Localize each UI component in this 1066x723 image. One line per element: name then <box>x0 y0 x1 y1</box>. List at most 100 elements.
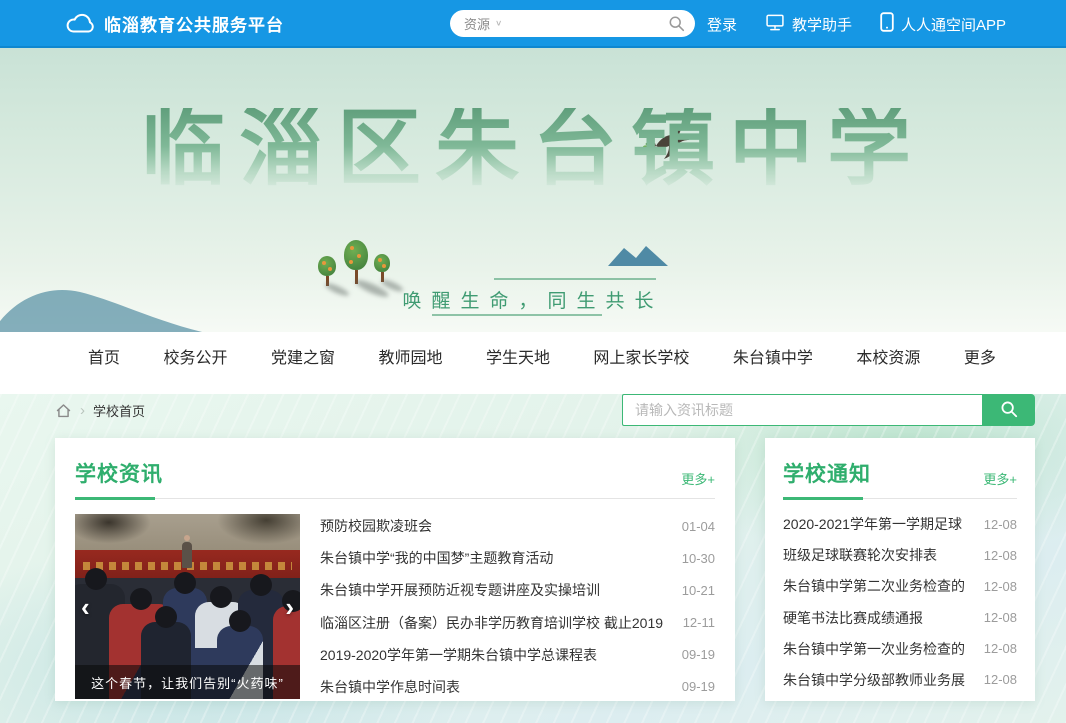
news-item-date: 09-19 <box>682 679 715 694</box>
notice-item-date: 12-08 <box>984 548 1017 563</box>
global-search-input[interactable] <box>510 16 668 31</box>
notice-list-item[interactable]: 硬笔书法比赛成绩通报 12-08 <box>783 608 1017 628</box>
school-notices-list: 2020-2021学年第一学期足球12-08 班级足球联赛轮次安排表12-08 … <box>783 500 1017 690</box>
search-scope-label: 资源 <box>464 14 490 33</box>
notice-list-item[interactable]: 朱台镇中学第二次业务检查的 12-08 <box>783 576 1017 596</box>
news-item-date: 12-11 <box>683 615 715 630</box>
news-list-item[interactable]: 预防校园欺凌班会 01-04 <box>320 516 715 536</box>
nav-item-online-parent-school[interactable]: 网上家长学校 <box>593 344 689 368</box>
news-item-date: 09-19 <box>682 647 715 662</box>
carousel-prev-arrow-icon[interactable]: ‹ <box>81 594 90 620</box>
breadcrumb-row: › 学校首页 <box>0 394 1066 426</box>
school-motto: 唤醒生命，同生共长 <box>0 286 1066 313</box>
school-news-list: 预防校园欺凌班会 01-04 朱台镇中学“我的中国梦”主题教育活动 10-30 朱台… <box>320 514 715 699</box>
nav-item-more[interactable]: 更多 <box>964 344 996 368</box>
login-link[interactable]: 登录 <box>707 14 737 35</box>
main-navigation: 首页 校务公开 党建之窗 教师园地 学生天地 网上家长学校 朱台镇中学 本校资源… <box>0 332 1066 380</box>
notice-item-date: 12-08 <box>984 672 1017 687</box>
school-news-more-link[interactable]: 更多+ <box>681 469 715 488</box>
notice-item-title: 班级足球联赛轮次安排表 <box>783 545 937 565</box>
content-area: › 学校首页 学校资讯 更多+ <box>0 394 1066 723</box>
news-list-item[interactable]: 2019-2020学年第一学期朱台镇中学总课程表 09-19 <box>320 645 715 665</box>
search-icon[interactable] <box>668 15 685 32</box>
news-item-title: 预防校园欺凌班会 <box>320 516 432 536</box>
cloud-icon <box>66 12 94 34</box>
mountain-peak-icon <box>606 244 670 266</box>
school-name-title: 临淄区朱台镇中学 <box>0 108 1066 192</box>
notice-item-date: 12-08 <box>984 610 1017 625</box>
news-item-title: 朱台镇中学“我的中国梦”主题教育活动 <box>320 548 553 568</box>
notice-item-date: 12-08 <box>984 517 1017 532</box>
news-search-button[interactable] <box>982 394 1035 426</box>
notice-item-date: 12-08 <box>984 641 1017 656</box>
notice-list-item[interactable]: 2020-2021学年第一学期足球 12-08 <box>783 514 1017 534</box>
news-item-date: 01-04 <box>682 519 715 534</box>
school-notices-title: 学校通知 <box>783 458 871 488</box>
chevron-down-icon: ∨ <box>495 19 502 28</box>
topbar-links: 登录 教学助手 人人通空间APP <box>707 0 1006 48</box>
breadcrumb: › 学校首页 <box>55 401 145 420</box>
notice-item-title: 硬笔书法比赛成绩通报 <box>783 608 923 628</box>
news-item-title: 朱台镇中学作息时间表 <box>320 677 460 697</box>
nav-item-home[interactable]: 首页 <box>88 344 120 368</box>
photo-speaker-figure <box>182 542 192 568</box>
news-item-title: 临淄区注册（备案）民办非学历教育培训学校 截止2019 <box>320 613 663 633</box>
nav-item-school-resources[interactable]: 本校资源 <box>856 344 920 368</box>
news-carousel[interactable]: ‹ › 这个春节，让我们告别“火药味” <box>75 514 300 699</box>
search-scope-dropdown[interactable]: 资源 ∨ <box>464 14 502 33</box>
login-label: 登录 <box>707 14 737 35</box>
subtitle-rule-bottom <box>432 314 602 316</box>
phone-icon <box>880 12 894 36</box>
breadcrumb-separator-icon: › <box>80 402 85 419</box>
nav-item-teacher-garden[interactable]: 教师园地 <box>378 344 442 368</box>
global-search-bar: 资源 ∨ <box>450 10 695 37</box>
breadcrumb-current: 学校首页 <box>93 401 145 420</box>
school-news-header: 学校资讯 更多+ <box>75 438 715 488</box>
news-list-item[interactable]: 朱台镇中学开展预防近视专题讲座及实操培训 10-21 <box>320 580 715 600</box>
notice-item-title: 朱台镇中学分级部教师业务展 <box>783 670 965 690</box>
teaching-assistant-label: 教学助手 <box>792 14 852 35</box>
news-list-item[interactable]: 临淄区注册（备案）民办非学历教育培训学校 截止2019 12-11 <box>320 613 715 633</box>
notice-list-item[interactable]: 朱台镇中学第一次业务检查的 12-08 <box>783 639 1017 659</box>
notice-list-item[interactable]: 班级足球联赛轮次安排表 12-08 <box>783 545 1017 565</box>
news-item-date: 10-21 <box>682 583 715 598</box>
school-notices-panel: 学校通知 更多+ 2020-2021学年第一学期足球 12-08 班级足球联赛轮次… <box>765 438 1035 701</box>
notice-item-title: 朱台镇中学第二次业务检查的 <box>783 576 965 596</box>
teaching-assistant-link[interactable]: 教学助手 <box>765 13 852 36</box>
home-icon[interactable] <box>55 402 72 419</box>
cards-row: 学校资讯 更多+ <box>0 426 1066 701</box>
notice-list-item[interactable]: 朱台镇中学分级部教师业务展 12-08 <box>783 670 1017 690</box>
carousel-caption: 这个春节，让我们告别“火药味” <box>75 665 300 699</box>
notice-item-title: 朱台镇中学第一次业务检查的 <box>783 639 965 659</box>
page: 临淄教育公共服务平台 资源 ∨ 登录 教学助手 <box>0 0 1066 723</box>
school-news-body: ‹ › 这个春节，让我们告别“火药味” 预防校园欺凌班会 01-04 朱台镇中学“… <box>75 500 715 699</box>
news-list-item[interactable]: 朱台镇中学作息时间表 09-19 <box>320 677 715 697</box>
school-news-divider <box>75 497 715 500</box>
platform-logo[interactable]: 临淄教育公共服务平台 <box>66 11 284 36</box>
platform-title: 临淄教育公共服务平台 <box>104 11 284 36</box>
school-news-title: 学校资讯 <box>75 458 163 488</box>
nav-item-party-building[interactable]: 党建之窗 <box>271 344 335 368</box>
nav-item-school-affairs[interactable]: 校务公开 <box>163 344 227 368</box>
news-item-title: 2019-2020学年第一学期朱台镇中学总课程表 <box>320 645 597 665</box>
renrentong-app-link[interactable]: 人人通空间APP <box>880 12 1006 36</box>
news-search-bar <box>622 394 1035 426</box>
school-notices-divider <box>783 497 1017 500</box>
notice-item-date: 12-08 <box>984 579 1017 594</box>
school-banner: 临淄区朱台镇中学 唤醒生命，同生共长 <box>0 48 1066 332</box>
carousel-next-arrow-icon[interactable]: › <box>285 594 294 620</box>
subtitle-rule-top <box>494 278 656 280</box>
notice-item-title: 2020-2021学年第一学期足球 <box>783 514 962 534</box>
monitor-icon <box>765 13 785 36</box>
nav-item-zhutai-middle-school[interactable]: 朱台镇中学 <box>733 344 813 368</box>
search-icon <box>1000 400 1018 421</box>
top-bar: 临淄教育公共服务平台 资源 ∨ 登录 教学助手 <box>0 0 1066 48</box>
school-notices-header: 学校通知 更多+ <box>783 438 1017 488</box>
news-item-date: 10-30 <box>682 551 715 566</box>
news-search-input[interactable] <box>622 394 982 426</box>
news-list-item[interactable]: 朱台镇中学“我的中国梦”主题教育活动 10-30 <box>320 548 715 568</box>
school-news-panel: 学校资讯 更多+ <box>55 438 735 701</box>
nav-item-student-world[interactable]: 学生天地 <box>486 344 550 368</box>
school-notices-more-link[interactable]: 更多+ <box>983 469 1017 488</box>
news-item-title: 朱台镇中学开展预防近视专题讲座及实操培训 <box>320 580 600 600</box>
